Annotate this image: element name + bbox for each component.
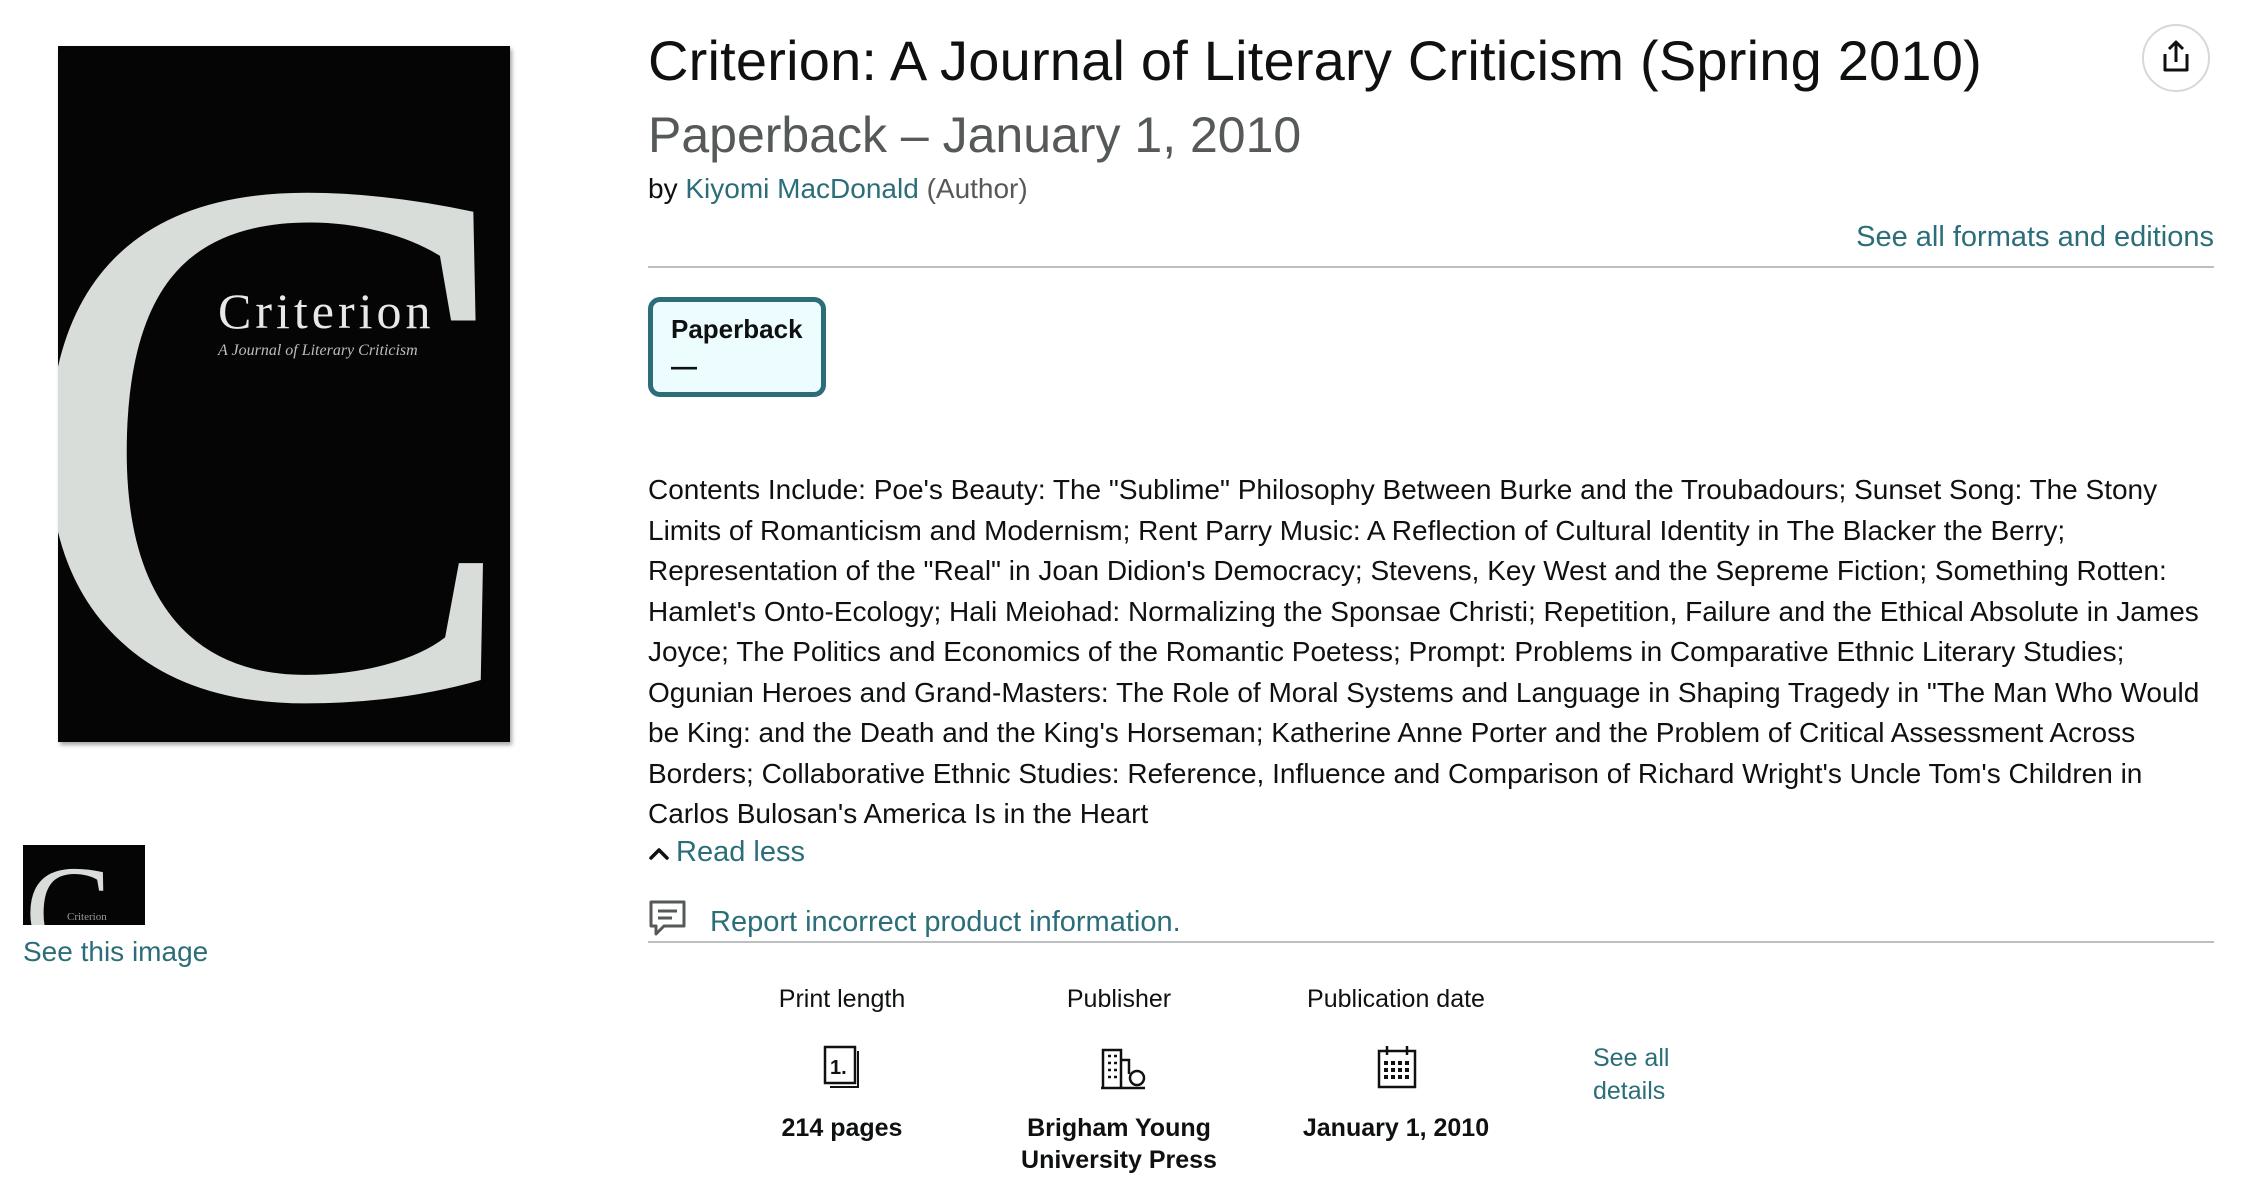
see-all-details-line1: See all [1593,1044,1670,1072]
details-divider [648,941,2214,943]
byline: by Kiyomi MacDonald (Author) [648,173,1028,205]
product-description: Contents Include: Poe's Beauty: The "Sub… [648,474,2200,829]
print-length-label: Print length [778,985,906,1013]
detail-print-length: Print length 1. 214 pages [712,985,972,1144]
publication-date-label: Publication date [1307,985,1485,1013]
publisher-value-line1: Brigham Young [1027,1114,1211,1142]
detail-publication-date: Publication date January 1, 2010 [1266,985,1526,1144]
see-all-details-line2: details [1593,1077,1666,1105]
author-role: (Author) [926,173,1028,204]
format-paperback-button[interactable]: Paperback — [648,297,826,397]
read-less-label: Read less [676,836,805,868]
report-label: Report incorrect product information. [710,905,1181,938]
read-less-link[interactable]: Read less [648,836,805,869]
see-all-details-link[interactable]: See all details [1593,1042,1713,1108]
publisher-label: Publisher [1066,985,1172,1013]
share-icon [2159,38,2193,79]
feedback-icon [648,898,688,946]
share-button[interactable] [2142,24,2210,92]
report-incorrect-info-link[interactable]: Report incorrect product information. [648,898,1181,946]
detail-publisher: Publisher Brigham Young University Press [989,985,1249,1176]
publisher-value: Brigham Young University Press [989,1112,1249,1176]
by-prefix: by [648,173,678,204]
product-subtitle: Paperback – January 1, 2010 [648,107,1302,163]
cover-subtitle: A Journal of Literary Criticism [217,342,418,359]
publisher-value-line2: University Press [1021,1146,1217,1174]
building-icon [1099,1044,1146,1090]
chevron-up-icon [648,836,670,869]
cover-title: Criterion [218,283,435,339]
main-book-cover-image[interactable]: C Criterion A Journal of Literary Critic… [58,46,510,742]
book-pages-icon: 1. [822,1044,862,1090]
print-length-value: 214 pages [781,1114,903,1142]
format-label: Paperback [671,314,803,344]
see-this-image-link[interactable]: See this image [23,936,208,968]
thumb-title: Criterion [67,911,107,923]
see-all-formats-link[interactable]: See all formats and editions [1856,221,2214,254]
calendar-icon [1376,1044,1417,1090]
svg-text:1.: 1. [830,1057,847,1079]
format-price: — [671,351,697,381]
publication-date-value: January 1, 2010 [1302,1114,1490,1142]
cover-thumbnail[interactable]: C Criterion [23,845,145,925]
author-link[interactable]: Kiyomi MacDonald [685,173,918,204]
product-title: Criterion: A Journal of Literary Critici… [648,29,1982,92]
header-divider [648,266,2214,268]
cover-big-letter: C [58,46,510,742]
